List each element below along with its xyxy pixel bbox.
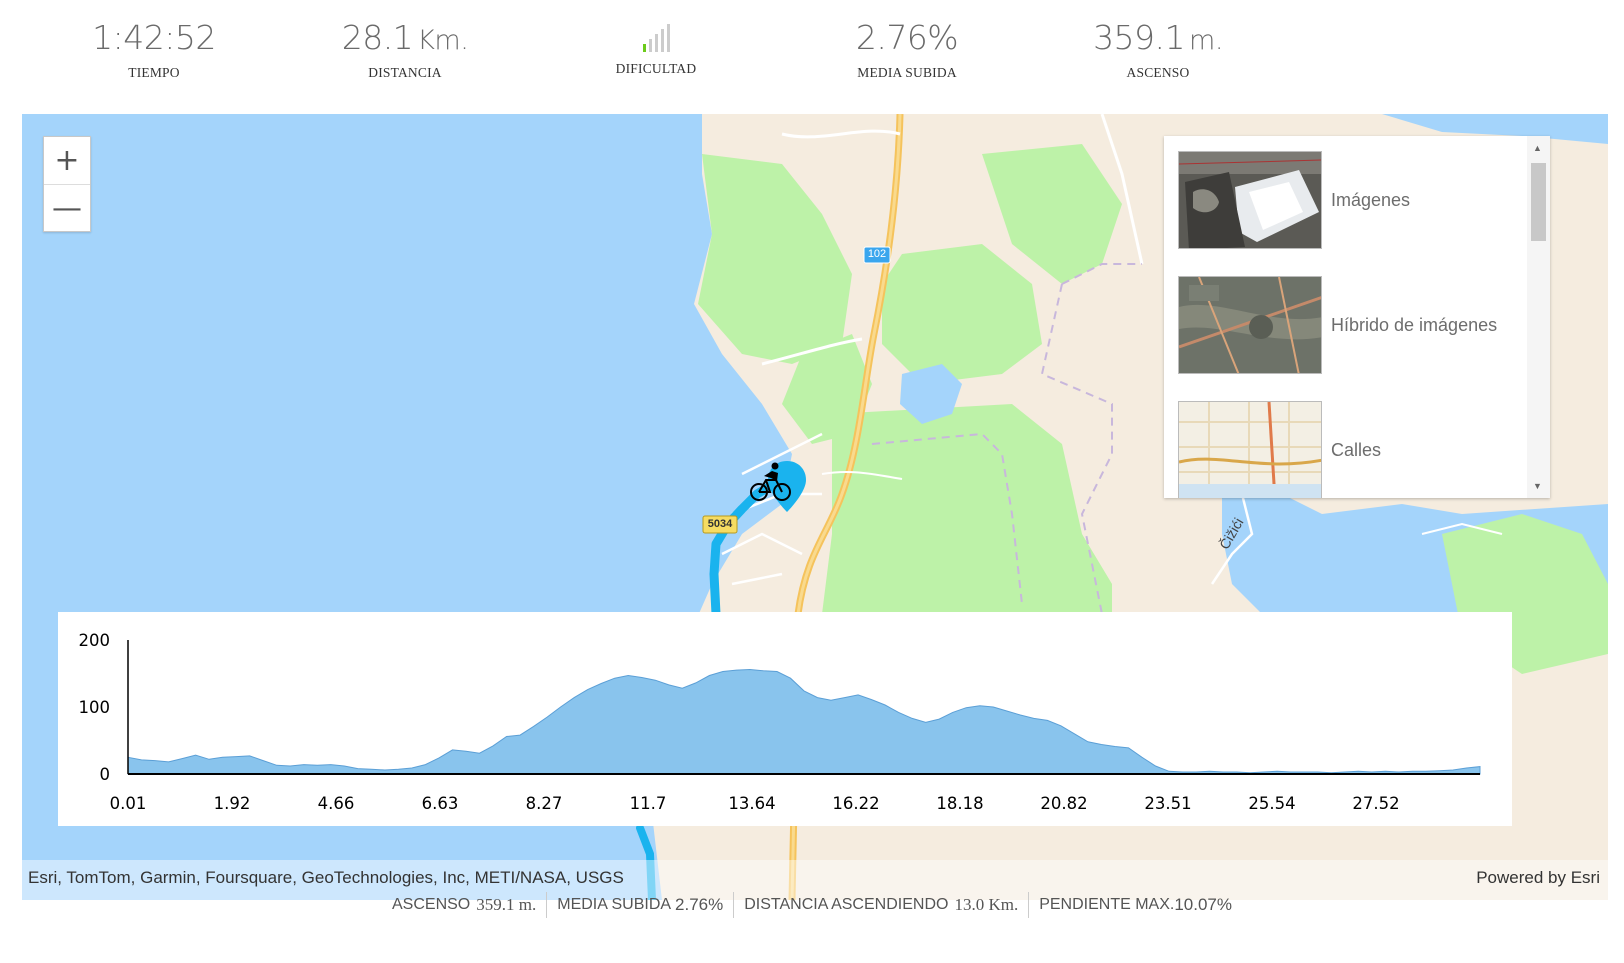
footer-media: MEDIA SUBIDA 2.76% [546,892,733,918]
stat-distancia-label: DISTANCIA [368,65,442,80]
y-tick-label: 100 [79,698,111,717]
y-tick-label: 200 [79,631,111,650]
satellite-thumbnail-icon [1178,151,1322,249]
x-tick-label: 20.82 [1040,794,1087,813]
zoom-out-button[interactable]: — [44,184,90,231]
hybrid-thumbnail-icon [1178,276,1322,374]
footer-ascenso-value: 359.1 m. [476,895,537,914]
stat-distancia-unit: Km. [417,25,469,56]
cyclist-icon [750,461,806,512]
x-tick-label: 6.63 [422,794,459,813]
difficulty-bar [642,44,646,52]
stat-dificultad: DIFICULTAD [546,18,766,77]
basemap-gallery[interactable]: Imágenes Híbrido de imágenes Calles ▲ ▼ [1164,136,1550,498]
elevation-area [127,668,1481,775]
summary-footer: ASCENSO 359.1 m. MEDIA SUBIDA 2.76% DIST… [0,892,1624,918]
footer-pendiente-value: 10.07% [1174,895,1232,914]
road-102-label: 102 [867,248,887,260]
x-tick-label: 11.7 [630,794,667,813]
stat-tiempo-value: 1:42:52 [92,18,216,57]
basemap-item-imagenes[interactable]: Imágenes [1178,150,1518,250]
stat-distancia-number: 28.1 [341,18,414,57]
x-tick-label: 8.27 [526,794,563,813]
zoom-control: + — [43,136,91,232]
footer-distancia-label: DISTANCIA ASCENDIENDO [744,896,949,913]
stat-tiempo-label: TIEMPO [128,65,180,80]
basemap-label-calles: Calles [1331,439,1382,460]
elevation-chart-svg: 0 100 200 0.01 1.92 4.66 6.63 8.27 11.7 13.64 16.2… [79,631,1481,813]
attribution-text[interactable]: Esri, TomTom, Garmin, Foursquare, GeoTec… [28,868,624,888]
x-tick-label: 27.52 [1352,794,1399,813]
stat-media-subida: 2.76% MEDIA SUBIDA [797,18,1017,81]
stats-bar: 1:42:52 TIEMPO 28.1 Km. DISTANCIA DIFICUL… [0,0,1624,110]
x-tick-label: 1.92 [214,794,251,813]
road-5034-label: 5034 [707,518,733,530]
x-tick-label: 18.18 [936,794,983,813]
basemap-label-hibrido: Híbrido de imágenes [1331,314,1498,335]
basemap-item-calles[interactable]: Calles [1178,400,1518,498]
stat-dificultad-label: DIFICULTAD [615,61,697,76]
streets-thumbnail-icon [1178,401,1322,498]
footer-pendiente: PENDIENTE MAX. 10.07% [1028,892,1242,918]
footer-distancia: DISTANCIA ASCENDIENDO 13.0 Km. [733,892,1028,918]
scrollbar-thumb[interactable] [1531,163,1546,241]
scroll-up-icon[interactable]: ▲ [1533,143,1542,153]
difficulty-signal-icon [546,20,766,52]
stat-tiempo: 1:42:52 TIEMPO [44,18,264,81]
stat-media-subida-value: 2.76% [855,18,959,57]
x-tick-label: 16.22 [832,794,879,813]
footer-ascenso-label: ASCENSO [392,896,471,913]
basemap-item-hibrido[interactable]: Híbrido de imágenes [1178,275,1518,375]
footer-pendiente-label: PENDIENTE MAX. [1039,896,1175,913]
elevation-chart[interactable]: 0 100 200 0.01 1.92 4.66 6.63 8.27 11.7 13.64 16.2… [58,612,1512,826]
y-tick-label: 0 [100,765,111,784]
stat-media-subida-label: MEDIA SUBIDA [857,65,957,80]
stat-ascenso-unit: m. [1189,25,1223,56]
stat-distancia: 28.1 Km. DISTANCIA [295,18,515,81]
x-tick-label: 23.51 [1144,794,1191,813]
x-tick-label: 13.64 [728,794,775,813]
x-tick-label: 4.66 [318,794,355,813]
gallery-scrollbar[interactable]: ▲ ▼ [1527,136,1550,498]
stat-ascenso-label: ASCENSO [1126,65,1190,80]
difficulty-bar [666,24,670,52]
difficulty-bar [654,34,658,52]
cyclist-marker[interactable] [750,459,808,517]
powered-by-esri[interactable]: Powered by Esri [1476,868,1600,888]
footer-ascenso: ASCENSO 359.1 m. [382,892,546,918]
stat-ascenso-number: 359.1 [1093,18,1186,57]
zoom-in-button[interactable]: + [44,137,90,184]
x-tick-label: 0.01 [110,794,147,813]
stat-ascenso-value: 359.1 m. [1048,18,1268,57]
scroll-down-icon[interactable]: ▼ [1533,481,1542,491]
stat-distancia-value: 28.1 Km. [295,18,515,57]
footer-media-label: MEDIA SUBIDA [557,896,672,913]
difficulty-bar [660,29,664,52]
difficulty-bar [648,39,652,52]
footer-distancia-value: 13.0 Km. [954,895,1019,914]
basemap-label-imagenes: Imágenes [1331,189,1411,210]
stat-ascenso: 359.1 m. ASCENSO [1048,18,1268,81]
footer-media-value: 2.76% [675,895,724,914]
x-tick-label: 25.54 [1248,794,1295,813]
